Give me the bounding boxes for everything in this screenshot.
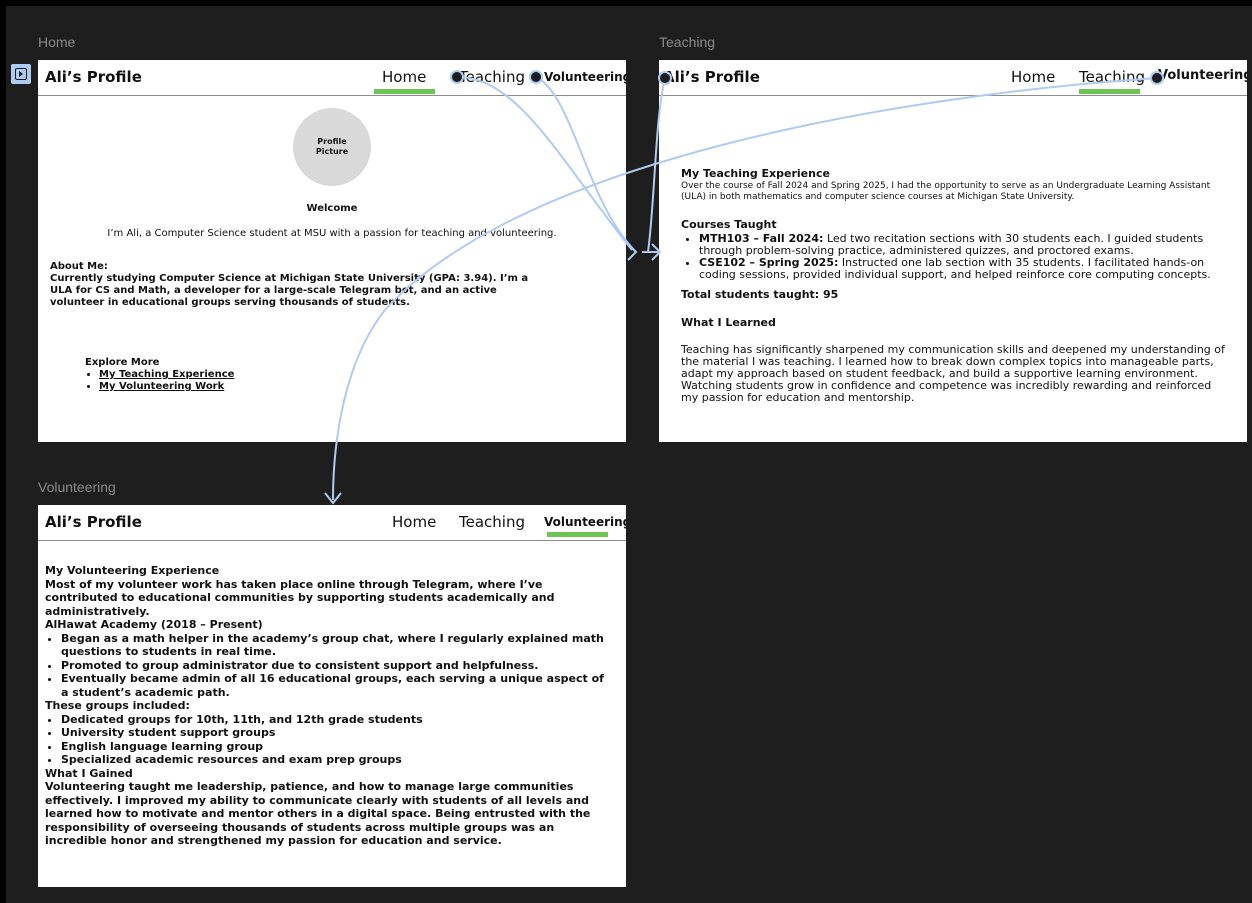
prototype-connections <box>324 70 1164 505</box>
connector-teaching-to-volunteering[interactable] <box>332 77 1159 501</box>
figma-canvas: Home Teaching Volunteering Ali’s Profile… <box>0 0 1252 903</box>
connector-start-handle[interactable] <box>1150 71 1164 85</box>
connector-home-to-teaching-2[interactable] <box>536 76 637 253</box>
connector-start-handle[interactable] <box>658 71 672 85</box>
connector-home-to-teaching[interactable] <box>459 76 633 251</box>
connector-start-handle[interactable] <box>450 70 464 84</box>
connector-start-handle[interactable] <box>529 70 543 84</box>
